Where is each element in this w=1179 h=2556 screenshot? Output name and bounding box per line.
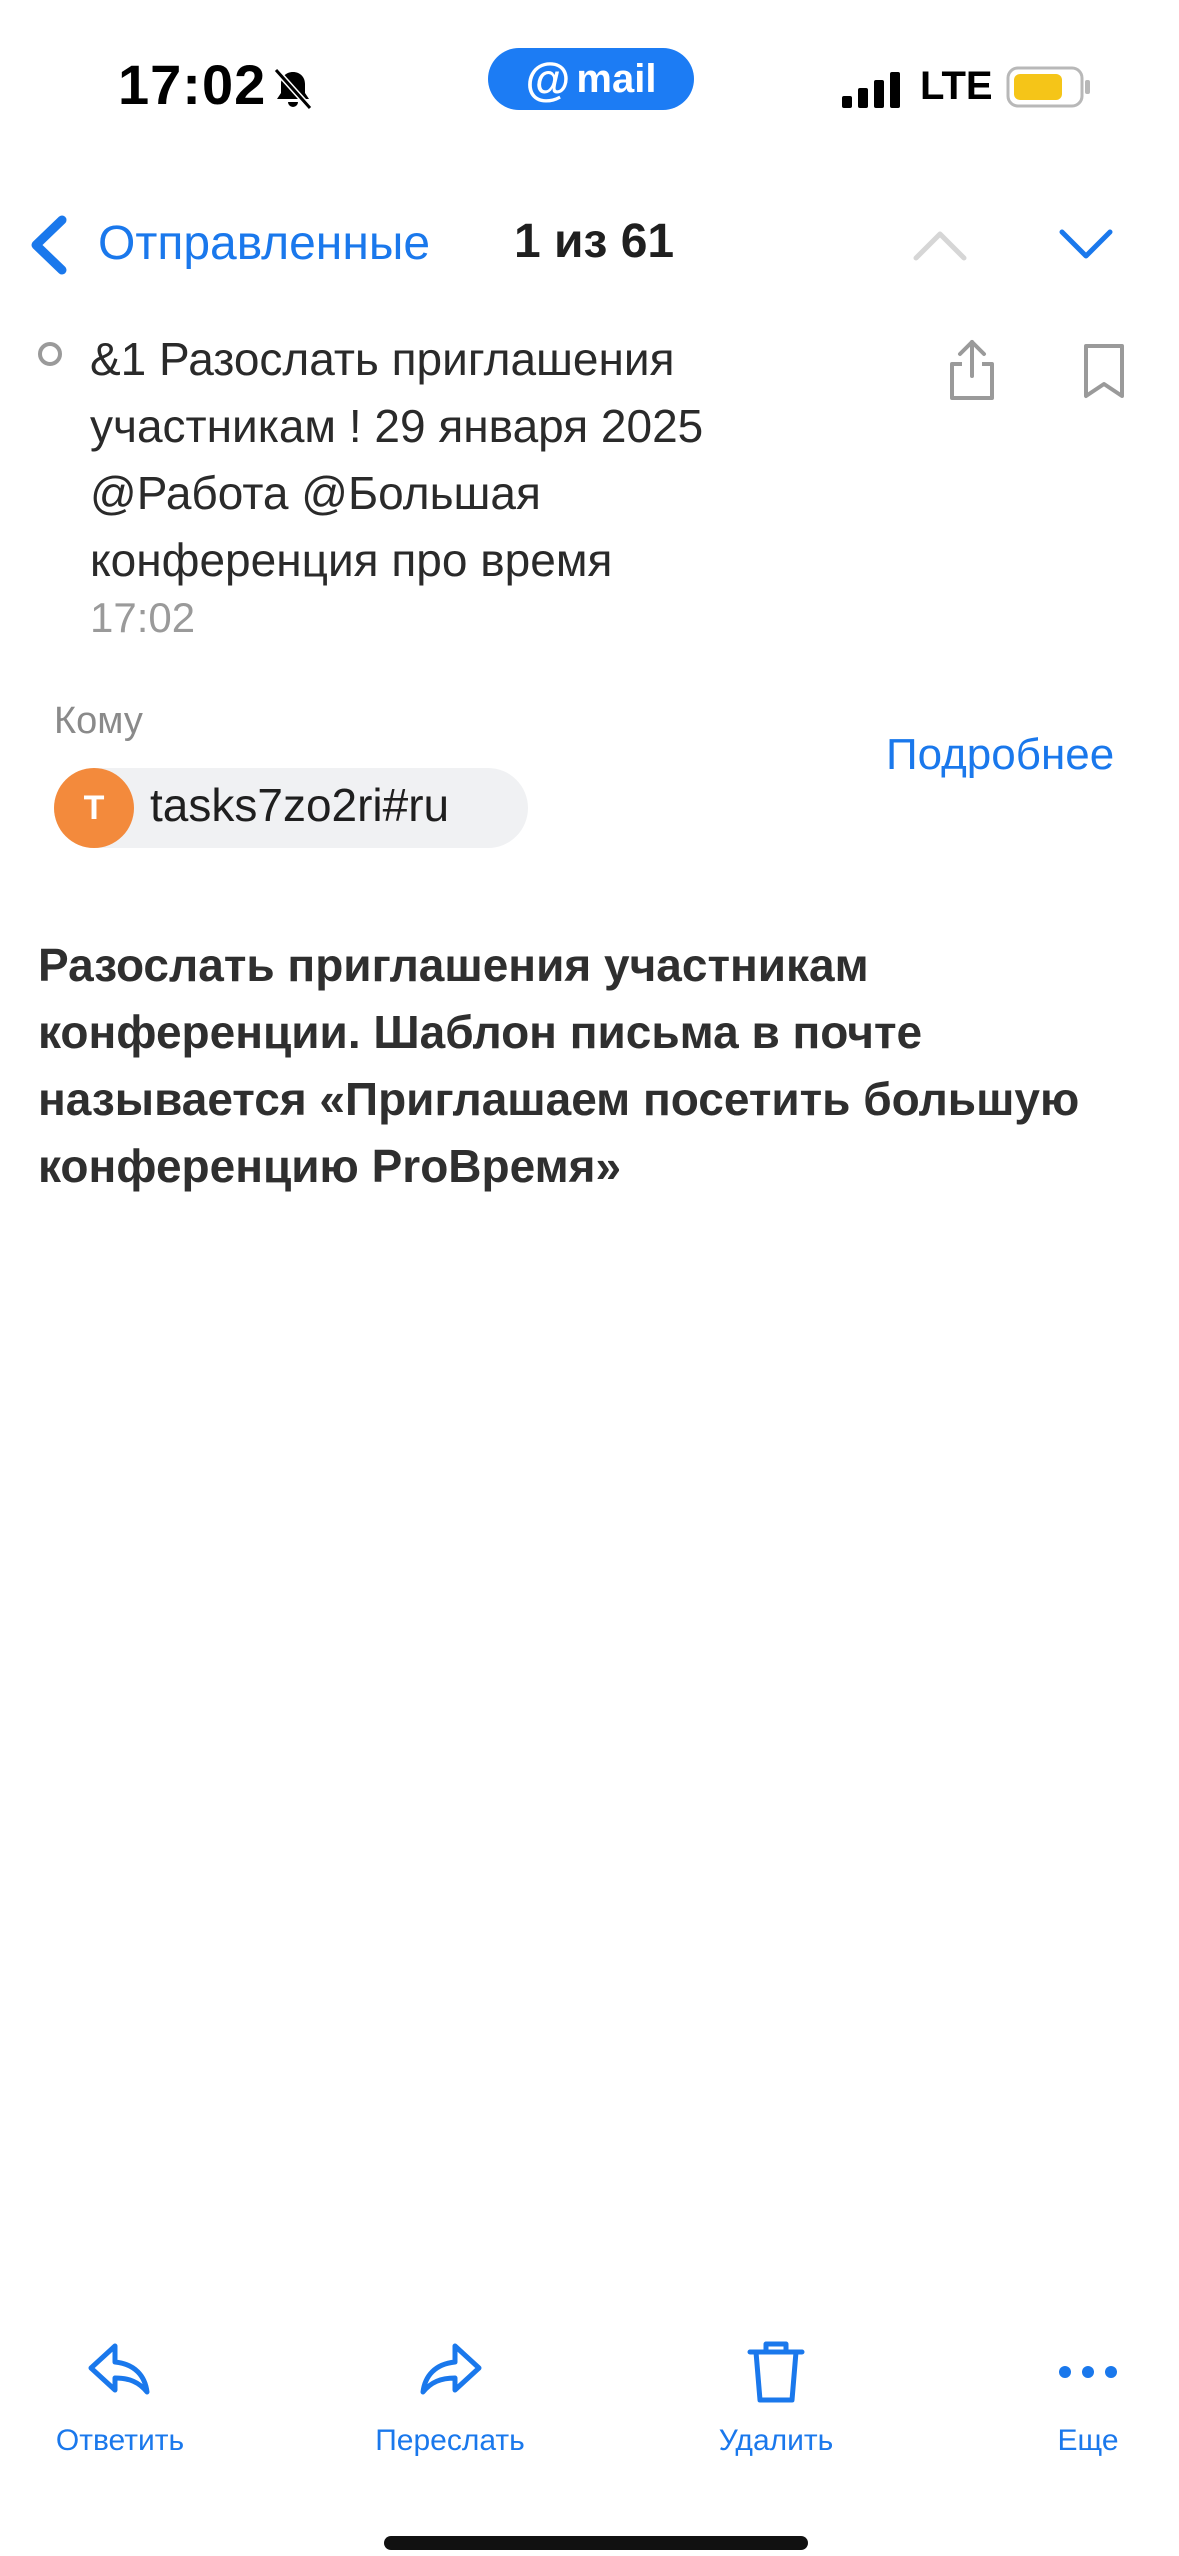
mail-pill-label: mail [576, 56, 657, 101]
bookmark-icon[interactable] [1080, 340, 1128, 402]
details-link[interactable]: Подробнее [886, 730, 1114, 780]
more-button[interactable]: Еще [968, 2338, 1179, 2478]
to-label: Кому [54, 700, 143, 742]
at-icon: @ [525, 53, 571, 105]
message-subject: &1 Разослать приглашения участникам ! 29… [90, 333, 704, 586]
home-indicator[interactable] [384, 2536, 808, 2550]
back-chevron-icon[interactable] [26, 214, 70, 276]
forward-icon [420, 2343, 482, 2395]
trash-icon [747, 2341, 805, 2403]
mail-app-pill[interactable]: @ mail [488, 48, 694, 110]
recipient-avatar: T [54, 768, 134, 848]
delete-button[interactable]: Удалить [656, 2338, 896, 2478]
status-time: 17:02 [118, 53, 267, 116]
more-dots-icon [1059, 2366, 1117, 2378]
next-message-icon[interactable] [1058, 226, 1114, 262]
more-label: Еще [1057, 2424, 1119, 2457]
message-counter: 1 из 61 [514, 215, 675, 268]
previous-message-icon[interactable] [912, 226, 968, 262]
folder-title[interactable]: Отправленные [98, 216, 430, 271]
message-time: 17:02 [90, 594, 196, 641]
unread-status-dot[interactable] [38, 342, 62, 366]
reply-button[interactable]: Ответить [0, 2338, 240, 2478]
bell-muted-icon [273, 67, 313, 111]
message-body: Разослать приглашения участникам конфере… [38, 939, 1080, 1192]
reply-label: Ответить [55, 2424, 185, 2457]
forward-button[interactable]: Переслать [330, 2338, 570, 2478]
network-type: LTE [920, 64, 993, 108]
reply-icon [88, 2343, 150, 2395]
forward-label: Переслать [375, 2424, 525, 2457]
share-icon[interactable] [944, 336, 1000, 402]
cellular-signal-icon [842, 72, 900, 108]
recipient-email: tasks7zo2ri#ru [150, 779, 450, 831]
delete-label: Удалить [718, 2424, 834, 2457]
battery-icon [1006, 66, 1090, 108]
